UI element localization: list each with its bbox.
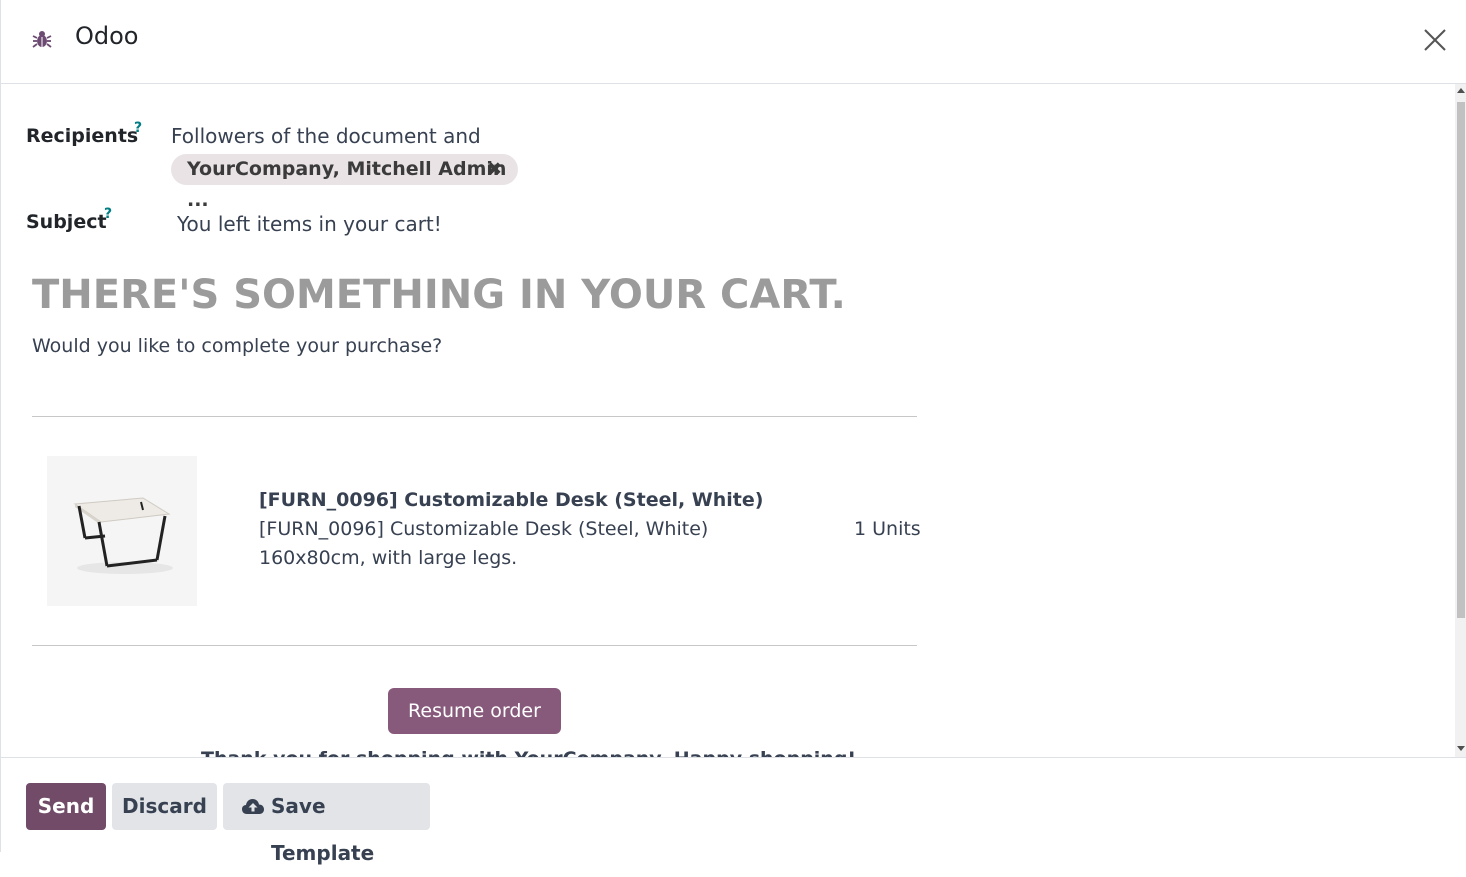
scrollbar[interactable]: [1455, 84, 1466, 757]
recipients-label: Recipients: [26, 125, 139, 147]
tag-remove-icon[interactable]: ✖: [487, 154, 502, 185]
scroll-down-arrow-icon[interactable]: [1457, 746, 1465, 751]
recipients-help-icon[interactable]: ?: [134, 120, 142, 136]
mail-compose-dialog: Odoo Recipients ? Followers of the docum…: [0, 0, 1466, 865]
product-quantity: 1 Units: [854, 518, 921, 540]
scroll-up-arrow-icon[interactable]: [1457, 88, 1465, 93]
recipients-text: Followers of the document and: [171, 124, 481, 148]
scrollbar-thumb[interactable]: [1457, 102, 1465, 618]
divider: [32, 416, 917, 417]
recipient-tag[interactable]: YourCompany, Mitchell Admin ... ✖: [171, 154, 518, 211]
dialog-body: Recipients ? Followers of the document a…: [1, 84, 1466, 757]
dialog-title: Odoo: [75, 22, 139, 50]
close-icon[interactable]: [1421, 26, 1449, 54]
divider: [32, 645, 917, 646]
bug-icon: [32, 31, 52, 48]
dialog-footer: Send Discard Save Template: [1, 757, 1466, 865]
email-heading: THERE'S SOMETHING IN YOUR CART.: [32, 272, 846, 318]
save-template-button[interactable]: Save Template: [223, 783, 430, 865]
product-name: [FURN_0096] Customizable Desk (Steel, Wh…: [259, 489, 764, 511]
send-button[interactable]: Send: [26, 783, 106, 830]
email-subheading: Would you like to complete your purchase…: [32, 335, 443, 357]
discard-button[interactable]: Discard: [112, 783, 217, 830]
cloud-upload-icon: [242, 799, 264, 814]
subject-field[interactable]: You left items in your cart!: [177, 212, 442, 236]
product-description: [FURN_0096] Customizable Desk (Steel, Wh…: [259, 518, 709, 540]
product-description-detail: 160x80cm, with large legs.: [259, 547, 518, 569]
product-image: [47, 456, 197, 606]
email-footer-text: Thank you for shopping with YourCompany.…: [201, 750, 856, 757]
subject-help-icon[interactable]: ?: [104, 206, 112, 222]
recipient-tag-label: YourCompany, Mitchell Admin ...: [187, 158, 507, 211]
resume-order-button[interactable]: Resume order: [388, 688, 561, 734]
dialog-header: Odoo: [1, 0, 1466, 84]
subject-label: Subject: [26, 211, 107, 233]
save-template-label: Save Template: [271, 794, 375, 865]
